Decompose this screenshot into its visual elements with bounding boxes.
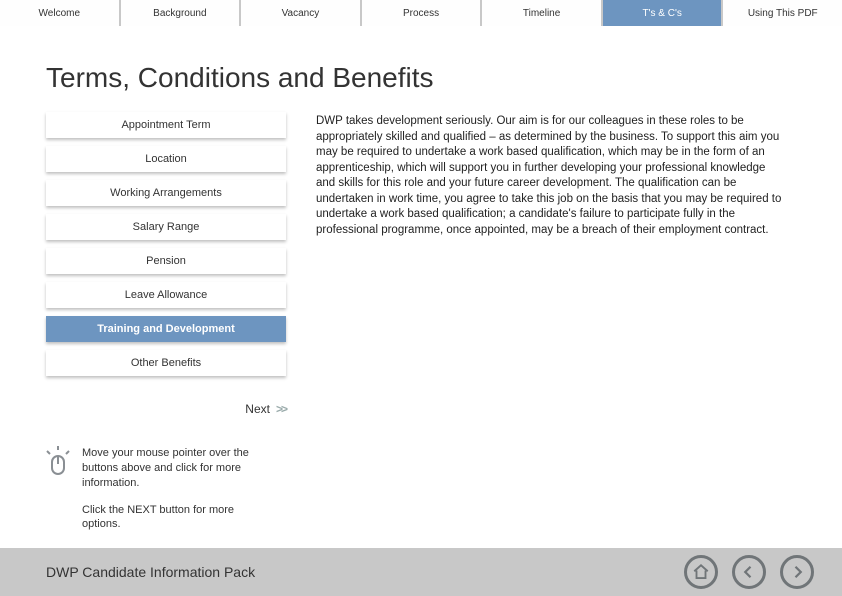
- page-title: Terms, Conditions and Benefits: [46, 62, 796, 94]
- tab-timeline[interactable]: Timeline: [482, 0, 601, 26]
- sidebar-item-other-benefits[interactable]: Other Benefits: [46, 350, 286, 376]
- tab-label: Welcome: [39, 8, 81, 19]
- home-button[interactable]: [684, 555, 718, 589]
- prev-button[interactable]: [732, 555, 766, 589]
- arrow-right-icon: [788, 563, 806, 581]
- body-paragraph: DWP takes development seriously. Our aim…: [316, 112, 796, 544]
- arrow-left-icon: [740, 563, 758, 581]
- next-page-button[interactable]: [780, 555, 814, 589]
- sidebar-item-leave-allowance[interactable]: Leave Allowance: [46, 282, 286, 308]
- footer-navigation: [684, 555, 814, 589]
- hint-line-1: Move your mouse pointer over the buttons…: [82, 446, 262, 491]
- sidebar-item-location[interactable]: Location: [46, 146, 286, 172]
- tab-welcome[interactable]: Welcome: [0, 0, 119, 26]
- sidebar-item-pension[interactable]: Pension: [46, 248, 286, 274]
- home-icon: [692, 563, 710, 581]
- sidebar-item-appointment-term[interactable]: Appointment Term: [46, 112, 286, 138]
- sidebar-item-working-arrangements[interactable]: Working Arrangements: [46, 180, 286, 206]
- sidebar-label: Working Arrangements: [110, 187, 222, 199]
- tab-label: T's & C's: [642, 8, 681, 19]
- footer: DWP Candidate Information Pack: [0, 548, 842, 596]
- tab-label: Using This PDF: [748, 8, 818, 19]
- sidebar-item-salary-range[interactable]: Salary Range: [46, 214, 286, 240]
- sidebar-label: Training and Development: [97, 323, 235, 335]
- tab-background[interactable]: Background: [121, 0, 240, 26]
- sidebar-label: Other Benefits: [131, 357, 201, 369]
- mouse-pointer-icon: [46, 446, 70, 544]
- sidebar: Appointment Term Location Working Arrang…: [46, 112, 286, 544]
- next-button[interactable]: Next >>: [46, 402, 286, 416]
- next-label: Next: [245, 402, 270, 416]
- tab-bar: Welcome Background Vacancy Process Timel…: [0, 0, 842, 26]
- sidebar-label: Leave Allowance: [125, 289, 208, 301]
- sidebar-item-training-development[interactable]: Training and Development: [46, 316, 286, 342]
- chevron-right-icon: >>: [276, 402, 286, 416]
- tab-label: Background: [153, 8, 206, 19]
- sidebar-label: Pension: [146, 255, 186, 267]
- tab-using-this-pdf[interactable]: Using This PDF: [723, 0, 842, 26]
- tab-label: Process: [403, 8, 439, 19]
- sidebar-label: Salary Range: [133, 221, 200, 233]
- tab-label: Timeline: [523, 8, 560, 19]
- tab-process[interactable]: Process: [362, 0, 481, 26]
- hint-line-2: Click the NEXT button for more options.: [82, 503, 262, 533]
- tab-ts-and-cs[interactable]: T's & C's: [603, 0, 722, 26]
- footer-title: DWP Candidate Information Pack: [46, 564, 255, 580]
- sidebar-label: Location: [145, 153, 187, 165]
- tab-vacancy[interactable]: Vacancy: [241, 0, 360, 26]
- tab-label: Vacancy: [282, 8, 320, 19]
- sidebar-label: Appointment Term: [121, 119, 210, 131]
- hint-block: Move your mouse pointer over the buttons…: [46, 446, 286, 544]
